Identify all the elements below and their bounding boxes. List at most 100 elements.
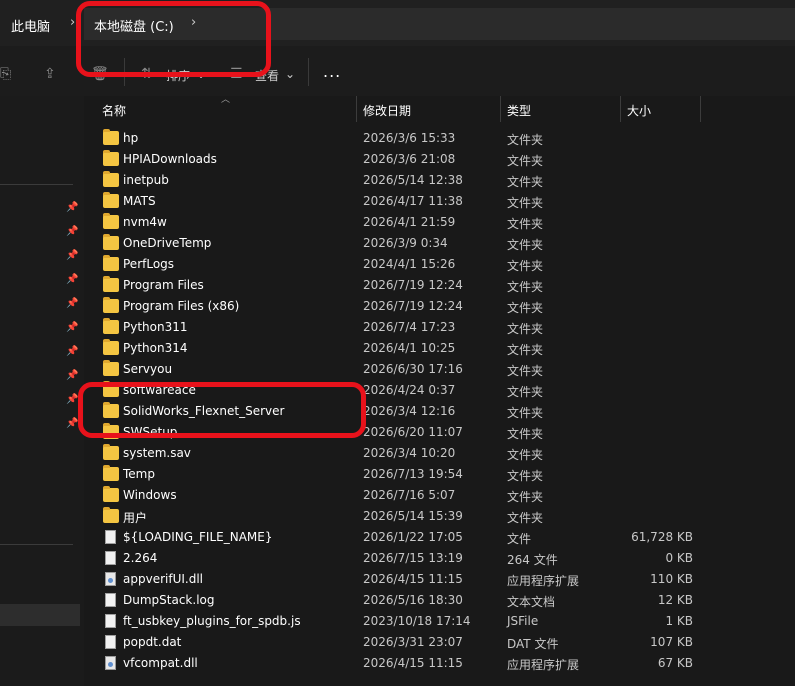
file-row[interactable]: PerfLogs 2024/4/1 15:26 文件夹: [84, 254, 795, 275]
column-header-date[interactable]: 修改日期: [363, 102, 411, 119]
breadcrumb-chevron-icon[interactable]: ›: [191, 15, 196, 30]
file-row[interactable]: inetpub 2026/5/14 12:38 文件夹: [84, 170, 795, 191]
file-row[interactable]: Windows 2026/7/16 5:07 文件夹: [84, 485, 795, 506]
file-name: Python314: [123, 341, 188, 355]
folder-icon: [103, 360, 119, 376]
file-row[interactable]: 用户 2026/5/14 15:39 文件夹: [84, 506, 795, 527]
file-date: 2026/7/19 12:24: [363, 278, 463, 292]
file-name: softwareace: [123, 383, 196, 397]
file-row[interactable]: DumpStack.log 2026/5/16 18:30 文本文档 12 KB: [84, 590, 795, 611]
file-date: 2026/3/9 0:34: [363, 236, 448, 250]
file-row[interactable]: popdt.dat 2026/3/31 23:07 DAT 文件 107 KB: [84, 632, 795, 653]
file-row[interactable]: vfcompat.dll 2026/4/15 11:15 应用程序扩展 67 KB: [84, 653, 795, 674]
file-name: HPIADownloads: [123, 152, 217, 166]
file-name: hp: [123, 131, 139, 145]
file-row[interactable]: SWSetup 2026/6/20 11:07 文件夹: [84, 422, 795, 443]
share-icon[interactable]: ⇪: [44, 66, 56, 82]
file-name: Windows: [123, 488, 177, 502]
file-date: 2026/3/6 21:08: [363, 152, 456, 166]
more-options-button[interactable]: ...: [323, 62, 341, 81]
breadcrumb-this-pc[interactable]: 此电脑: [11, 16, 50, 35]
file-row[interactable]: ${LOADING_FILE_NAME} 2026/1/22 17:05 文件 61,…: [84, 527, 795, 548]
folder-icon: [103, 318, 119, 334]
column-divider[interactable]: [620, 96, 621, 122]
folder-icon: [103, 507, 119, 523]
folder-icon: [103, 339, 119, 355]
file-name: Program Files (x86): [123, 299, 240, 313]
file-type: 文件夹: [507, 175, 544, 189]
pin-icon[interactable]: 📌: [66, 226, 78, 237]
file-date: 2026/4/1 10:25: [363, 341, 456, 355]
view-icon[interactable]: ☰: [230, 66, 243, 82]
breadcrumb-local-disk-c[interactable]: 本地磁盘 (C:): [94, 16, 174, 35]
file-row[interactable]: 2.264 2026/7/15 13:19 264 文件 0 KB: [84, 548, 795, 569]
file-row[interactable]: Python314 2026/4/1 10:25 文件夹: [84, 338, 795, 359]
pin-icon[interactable]: 📌: [66, 322, 78, 333]
file-row[interactable]: Program Files (x86) 2026/7/19 12:24 文件夹: [84, 296, 795, 317]
delete-icon[interactable]: 🗑: [91, 66, 109, 82]
file-date: 2026/5/14 12:38: [363, 173, 463, 187]
sort-button[interactable]: 排序: [166, 67, 190, 84]
file-name: PerfLogs: [123, 257, 175, 271]
file-date: 2026/7/19 12:24: [363, 299, 463, 313]
folder-icon: [103, 213, 119, 229]
file-row[interactable]: Python311 2026/7/4 17:23 文件夹: [84, 317, 795, 338]
sort-chevron-down-icon[interactable]: ⌄: [196, 67, 206, 81]
pin-icon[interactable]: 📌: [66, 298, 78, 309]
file-row[interactable]: Program Files 2026/7/19 12:24 文件夹: [84, 275, 795, 296]
file-icon: [105, 593, 116, 607]
sidebar-divider: [0, 544, 73, 545]
file-row[interactable]: hp 2026/3/6 15:33 文件夹: [84, 128, 795, 149]
file-name: vfcompat.dll: [123, 656, 198, 670]
file-row[interactable]: system.sav 2026/3/4 10:20 文件夹: [84, 443, 795, 464]
file-row[interactable]: SolidWorks_Flexnet_Server 2026/3/4 12:16 文…: [84, 401, 795, 422]
pin-icon[interactable]: 📌: [66, 418, 78, 429]
file-row[interactable]: nvm4w 2026/4/1 21:59 文件夹: [84, 212, 795, 233]
pin-icon[interactable]: 📌: [66, 394, 78, 405]
breadcrumb-separator-icon[interactable]: ›: [70, 15, 75, 30]
view-button[interactable]: 查看: [255, 67, 279, 84]
copy-icon[interactable]: ⎘: [0, 66, 11, 82]
dll-file-icon: [105, 656, 116, 670]
file-row[interactable]: softwareace 2026/4/24 0:37 文件夹: [84, 380, 795, 401]
file-type: 文本文档: [507, 595, 556, 609]
file-type: 应用程序扩展: [507, 658, 580, 672]
folder-icon: [103, 192, 119, 208]
file-size: 61,728 KB: [631, 530, 693, 544]
folder-icon: [103, 465, 119, 481]
file-type: 文件夹: [507, 364, 544, 378]
file-type: 文件夹: [507, 238, 544, 252]
column-header-type[interactable]: 类型: [507, 102, 531, 119]
column-header-name[interactable]: 名称: [102, 102, 126, 119]
file-name: nvm4w: [123, 215, 167, 229]
sort-icon[interactable]: ⇅: [141, 66, 153, 82]
pin-icon[interactable]: 📌: [66, 370, 78, 381]
column-divider[interactable]: [500, 96, 501, 122]
pin-icon[interactable]: 📌: [66, 250, 78, 261]
file-row[interactable]: OneDriveTemp 2026/3/9 0:34 文件夹: [84, 233, 795, 254]
pin-icon[interactable]: 📌: [66, 202, 78, 213]
sidebar-item-selected[interactable]: [0, 604, 80, 626]
column-divider[interactable]: [700, 96, 701, 122]
file-row[interactable]: ft_usbkey_plugins_for_spdb.js 2023/10/18 …: [84, 611, 795, 632]
file-type: 文件夹: [507, 448, 544, 462]
file-row[interactable]: Servyou 2026/6/30 17:16 文件夹: [84, 359, 795, 380]
file-name: SolidWorks_Flexnet_Server: [123, 404, 285, 418]
view-chevron-down-icon[interactable]: ⌄: [285, 67, 295, 81]
file-row[interactable]: appverifUI.dll 2026/4/15 11:15 应用程序扩展 110 K…: [84, 569, 795, 590]
folder-icon: [103, 486, 119, 502]
navigation-pane: 📌 📌 📌 📌 📌 📌 📌 📌 📌 📌: [0, 96, 80, 686]
pin-icon[interactable]: 📌: [66, 274, 78, 285]
file-row[interactable]: HPIADownloads 2026/3/6 21:08 文件夹: [84, 149, 795, 170]
column-divider[interactable]: [356, 96, 357, 122]
file-size: 0 KB: [665, 551, 693, 565]
folder-icon: [103, 150, 119, 166]
file-name: OneDriveTemp: [123, 236, 212, 250]
folder-icon: [103, 129, 119, 145]
folder-icon: [103, 234, 119, 250]
column-header-size[interactable]: 大小: [627, 102, 651, 119]
file-row[interactable]: Temp 2026/7/13 19:54 文件夹: [84, 464, 795, 485]
pin-icon[interactable]: 📌: [66, 346, 78, 357]
file-type: 文件夹: [507, 217, 544, 231]
file-row[interactable]: MATS 2026/4/17 11:38 文件夹: [84, 191, 795, 212]
